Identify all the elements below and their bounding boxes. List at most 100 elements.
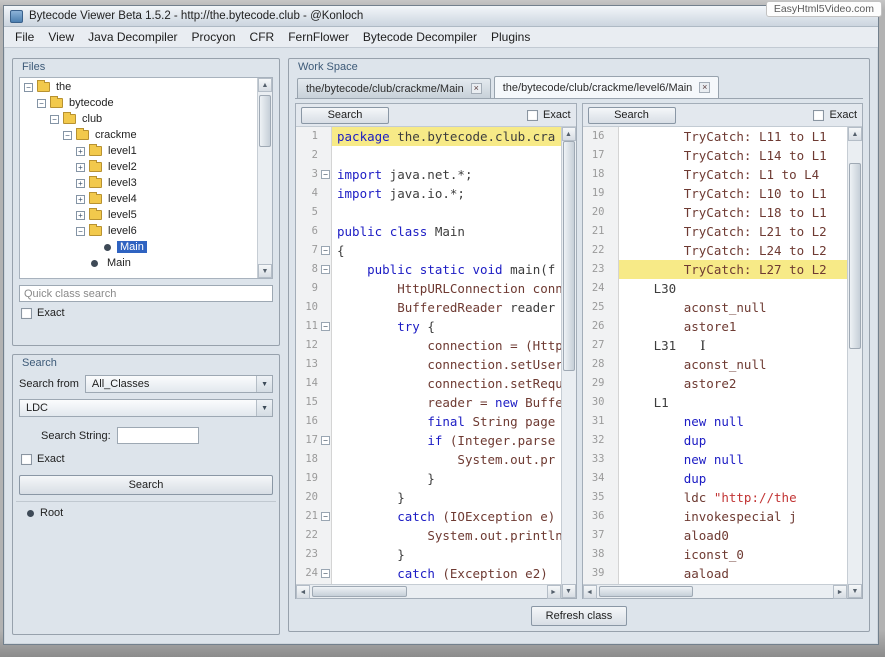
search-string-input[interactable] <box>117 427 199 444</box>
search-results: Root <box>16 501 276 631</box>
menu-view[interactable]: View <box>41 28 81 46</box>
tree-item-level5[interactable]: +level5 <box>20 207 257 223</box>
scrollbar-track[interactable] <box>310 585 547 598</box>
fold-icon[interactable]: − <box>321 569 330 578</box>
tree-item-level3[interactable]: +level3 <box>20 175 257 191</box>
collapse-icon[interactable]: − <box>50 115 59 124</box>
fold-icon[interactable]: − <box>321 170 330 179</box>
editor-exact-row: Exact <box>813 109 857 121</box>
scroll-right-icon[interactable]: ► <box>547 585 561 599</box>
tab-the-bytecode-club-crackme-level6-main[interactable]: the/bytecode/club/crackme/level6/Main× <box>494 76 720 98</box>
line-number: 3− <box>296 165 332 184</box>
close-tab-icon[interactable]: × <box>471 83 482 94</box>
scrollbar-thumb[interactable] <box>259 95 271 147</box>
editor-pane-2: Search Exact 16 TryCatch: L11 to L117 TryC… <box>582 103 864 599</box>
tree-item-club[interactable]: −club <box>20 111 257 127</box>
fold-icon[interactable]: − <box>321 265 330 274</box>
expand-icon[interactable]: + <box>76 163 85 172</box>
fold-icon[interactable]: − <box>321 436 330 445</box>
video-frame: EasyHtml5Video.com Bytecode Viewer Beta … <box>0 0 885 657</box>
menu-bytecode-decompiler[interactable]: Bytecode Decompiler <box>356 28 484 46</box>
code-line: 23 TryCatch: L27 to L2 <box>583 260 848 279</box>
tree-item-the[interactable]: −the <box>20 79 257 95</box>
editor-search-button[interactable]: Search <box>588 107 676 124</box>
editor-search-button[interactable]: Search <box>301 107 389 124</box>
scrollbar-thumb[interactable] <box>312 586 407 597</box>
code-line: 18 TryCatch: L1 to L4 <box>583 165 848 184</box>
line-number: 20 <box>296 488 332 507</box>
menu-java-decompiler[interactable]: Java Decompiler <box>81 28 184 46</box>
exact-checkbox[interactable] <box>21 454 32 465</box>
menu-fernflower[interactable]: FernFlower <box>281 28 356 46</box>
scrollbar-track[interactable] <box>562 141 576 584</box>
exact-checkbox[interactable] <box>21 308 32 319</box>
vertical-scrollbar[interactable]: ▲▼ <box>257 78 272 278</box>
scrollbar-thumb[interactable] <box>563 141 575 371</box>
expand-icon[interactable]: + <box>76 179 85 188</box>
tree-item-label: bytecode <box>66 97 117 109</box>
code-area[interactable]: 1package the.bytecode.club.cra23−import … <box>296 127 561 584</box>
exact-label: Exact <box>37 307 65 319</box>
menu-plugins[interactable]: Plugins <box>484 28 537 46</box>
tree-item-level6[interactable]: −level6 <box>20 223 257 239</box>
scrollbar-track[interactable] <box>848 141 862 584</box>
exact-checkbox[interactable] <box>813 110 824 121</box>
collapse-icon[interactable]: − <box>24 83 33 92</box>
tree-item-level4[interactable]: +level4 <box>20 191 257 207</box>
tab-the-bytecode-club-crackme-main[interactable]: the/bytecode/club/crackme/Main× <box>297 78 491 98</box>
line-number: 16 <box>583 127 619 146</box>
search-string-row: Search String: <box>19 427 273 444</box>
exact-checkbox[interactable] <box>527 110 538 121</box>
expand-icon[interactable]: + <box>76 211 85 220</box>
tree-item-level1[interactable]: +level1 <box>20 143 257 159</box>
folder-icon <box>63 114 76 124</box>
tree-item-crackme[interactable]: −crackme <box>20 127 257 143</box>
scrollbar-thumb[interactable] <box>599 586 694 597</box>
scroll-left-icon[interactable]: ◄ <box>296 585 310 599</box>
scrollbar-track[interactable] <box>597 585 834 598</box>
scroll-left-icon[interactable]: ◄ <box>583 585 597 599</box>
tree-item-level2[interactable]: +level2 <box>20 159 257 175</box>
scroll-down-icon[interactable]: ▼ <box>258 264 272 278</box>
refresh-class-button[interactable]: Refresh class <box>531 606 628 626</box>
scroll-up-icon[interactable]: ▲ <box>562 127 576 141</box>
collapse-icon[interactable]: − <box>37 99 46 108</box>
collapse-icon[interactable]: − <box>63 131 72 140</box>
folder-icon <box>89 226 102 236</box>
close-tab-icon[interactable]: × <box>699 82 710 93</box>
scroll-up-icon[interactable]: ▲ <box>258 78 272 92</box>
fold-icon[interactable]: − <box>321 322 330 331</box>
scrollbar-thumb[interactable] <box>849 163 861 349</box>
scroll-right-icon[interactable]: ► <box>833 585 847 599</box>
fold-icon[interactable]: − <box>321 512 330 521</box>
expand-icon[interactable]: + <box>76 195 85 204</box>
search-button[interactable]: Search <box>19 475 273 495</box>
vertical-scrollbar[interactable]: ▲▼ <box>561 127 576 598</box>
scroll-down-icon[interactable]: ▼ <box>562 584 576 598</box>
menu-file[interactable]: File <box>8 28 41 46</box>
menu-cfr[interactable]: CFR <box>243 28 282 46</box>
horizontal-scrollbar[interactable]: ◄► <box>583 584 848 598</box>
line-number: 10 <box>296 298 332 317</box>
search-scope-select[interactable]: All_Classes ▼ <box>85 375 273 393</box>
search-result-root[interactable]: Root <box>16 507 276 519</box>
code-line: 8− public static void main(f <box>296 260 561 279</box>
vertical-scrollbar[interactable]: ▲▼ <box>847 127 862 598</box>
tree-item-main[interactable]: Main <box>20 239 257 255</box>
scroll-down-icon[interactable]: ▼ <box>848 584 862 598</box>
fold-icon[interactable]: − <box>321 246 330 255</box>
collapse-icon[interactable]: − <box>76 227 85 236</box>
quick-class-search-input[interactable] <box>19 285 273 302</box>
expand-icon[interactable]: + <box>76 147 85 156</box>
files-exact-row: Exact <box>21 307 65 319</box>
class-icon <box>91 260 98 267</box>
tree-item-bytecode[interactable]: − bytecode <box>20 95 257 111</box>
code-area[interactable]: 16 TryCatch: L11 to L117 TryCatch: L14 t… <box>583 127 848 584</box>
scrollbar-track[interactable] <box>258 92 272 264</box>
tree-item-main[interactable]: Main <box>20 255 257 271</box>
result-label: Root <box>40 507 63 519</box>
scroll-up-icon[interactable]: ▲ <box>848 127 862 141</box>
menu-procyon[interactable]: Procyon <box>185 28 243 46</box>
horizontal-scrollbar[interactable]: ◄► <box>296 584 561 598</box>
search-type-select[interactable]: LDC ▼ <box>19 399 273 417</box>
